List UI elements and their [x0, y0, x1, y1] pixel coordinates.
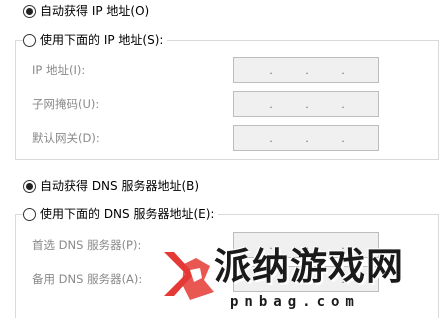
- ip-separator: .: [341, 273, 345, 286]
- ip-separator: .: [305, 98, 309, 111]
- ip-separator: .: [341, 64, 345, 77]
- ip-separator: .: [269, 98, 273, 111]
- manual-ip-radio-button[interactable]: [23, 33, 36, 47]
- manual-ip-label[interactable]: 使用下面的 IP 地址(S):: [40, 32, 163, 48]
- ip-separator: .: [305, 273, 309, 286]
- auto-dns-label[interactable]: 自动获得 DNS 服务器地址(B): [40, 178, 199, 194]
- auto-dns-radio-button[interactable]: [23, 179, 36, 193]
- ip-separator: .: [341, 98, 345, 111]
- ip-separator: .: [269, 273, 273, 286]
- default-gateway-label: 默认网关(D):: [32, 131, 100, 145]
- default-gateway-field[interactable]: . . .: [233, 125, 379, 151]
- auto-ip-label[interactable]: 自动获得 IP 地址(O): [40, 3, 149, 19]
- ip-address-label: IP 地址(I):: [32, 63, 86, 77]
- preferred-dns-field[interactable]: . . .: [233, 232, 379, 258]
- ip-separator: .: [269, 64, 273, 77]
- ip-separator: .: [341, 132, 345, 145]
- manual-dns-radio[interactable]: 使用下面的 DNS 服务器地址(E):: [23, 206, 219, 222]
- ip-separator: .: [305, 239, 309, 252]
- auto-ip-radio-button[interactable]: [23, 4, 36, 18]
- preferred-dns-label: 首选 DNS 服务器(P):: [32, 238, 142, 252]
- auto-ip-radio[interactable]: 自动获得 IP 地址(O): [23, 3, 154, 19]
- auto-dns-radio[interactable]: 自动获得 DNS 服务器地址(B): [23, 178, 204, 194]
- ip-separator: .: [341, 239, 345, 252]
- manual-ip-radio[interactable]: 使用下面的 IP 地址(S):: [23, 32, 168, 48]
- subnet-mask-label: 子网掩码(U):: [32, 97, 100, 111]
- manual-dns-radio-button[interactable]: [23, 207, 36, 221]
- ip-separator: .: [269, 132, 273, 145]
- alternate-dns-field[interactable]: . . .: [233, 266, 379, 292]
- subnet-mask-field[interactable]: . . .: [233, 91, 379, 117]
- ip-address-field[interactable]: . . .: [233, 57, 379, 83]
- alternate-dns-label: 备用 DNS 服务器(A):: [32, 272, 143, 286]
- ip-separator: .: [305, 132, 309, 145]
- manual-dns-label[interactable]: 使用下面的 DNS 服务器地址(E):: [40, 206, 214, 222]
- ip-separator: .: [305, 64, 309, 77]
- ip-separator: .: [269, 239, 273, 252]
